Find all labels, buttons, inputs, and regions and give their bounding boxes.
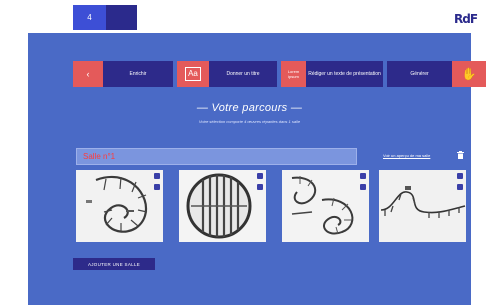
move-icon[interactable] <box>257 184 263 190</box>
salle-name-input[interactable]: Salle n°1 <box>76 148 357 165</box>
preview-link[interactable]: Voir un aperçu de ma salle <box>383 153 430 158</box>
artwork-card[interactable] <box>379 170 466 242</box>
card-tools <box>457 173 463 190</box>
double-spiral-image <box>282 170 369 242</box>
parcours-subtitle: Votre sélection comporte 4 œuvres répart… <box>198 119 301 124</box>
enrichir-label: Enrichir <box>129 71 147 77</box>
rediger-texte-button[interactable]: Lorem ipsum Rédiger un texte de présenta… <box>281 61 383 87</box>
generer-button[interactable]: Générer ✋ <box>387 61 486 87</box>
trash-icon[interactable] <box>457 151 464 161</box>
circular-shelf-image <box>179 170 266 242</box>
edit-icon[interactable] <box>257 173 263 179</box>
edit-icon[interactable] <box>154 173 160 179</box>
wave-shelf-image <box>379 170 466 242</box>
logo: RdF <box>454 12 478 26</box>
artwork-card[interactable] <box>76 170 163 242</box>
card-tools <box>257 173 263 190</box>
step-tab-next[interactable] <box>106 5 137 30</box>
action-bar: ‹ Enrichir Aa Donner un titre Lorem ipsu… <box>73 61 486 87</box>
donner-titre-label: Donner un titre <box>226 71 260 77</box>
rediger-texte-label: Rédiger un texte de présentation <box>308 70 381 77</box>
artwork-card[interactable] <box>179 170 266 242</box>
top-bar: 4 RdF <box>0 0 499 33</box>
main-panel: ‹ Enrichir Aa Donner un titre Lorem ipsu… <box>28 33 486 305</box>
move-icon[interactable] <box>360 184 366 190</box>
title-icon: Aa <box>177 61 209 87</box>
ipsum-line: ipsum <box>288 74 299 79</box>
back-arrow-icon: ‹ <box>73 61 103 87</box>
step-tab[interactable]: 4 <box>73 5 106 30</box>
edit-icon[interactable] <box>360 173 366 179</box>
card-tools <box>360 173 366 190</box>
step-number: 4 <box>87 13 92 22</box>
donner-titre-button[interactable]: Aa Donner un titre <box>177 61 277 87</box>
enrichir-button[interactable]: ‹ Enrichir <box>73 61 173 87</box>
artwork-card[interactable] <box>282 170 369 242</box>
edit-icon[interactable] <box>457 173 463 179</box>
move-icon[interactable] <box>457 184 463 190</box>
generer-label: Générer <box>410 71 429 77</box>
hand-icon: ✋ <box>452 61 486 87</box>
add-salle-button[interactable]: AJOUTER UNE SALLE <box>73 258 155 270</box>
title-icon-text: Aa <box>185 67 201 81</box>
parcours-title: — Votre parcours — <box>196 102 303 114</box>
lorem-ipsum-icon: Lorem ipsum <box>281 61 306 87</box>
card-tools <box>154 173 160 190</box>
move-icon[interactable] <box>154 184 160 190</box>
spiral-shelf-image <box>76 170 163 242</box>
